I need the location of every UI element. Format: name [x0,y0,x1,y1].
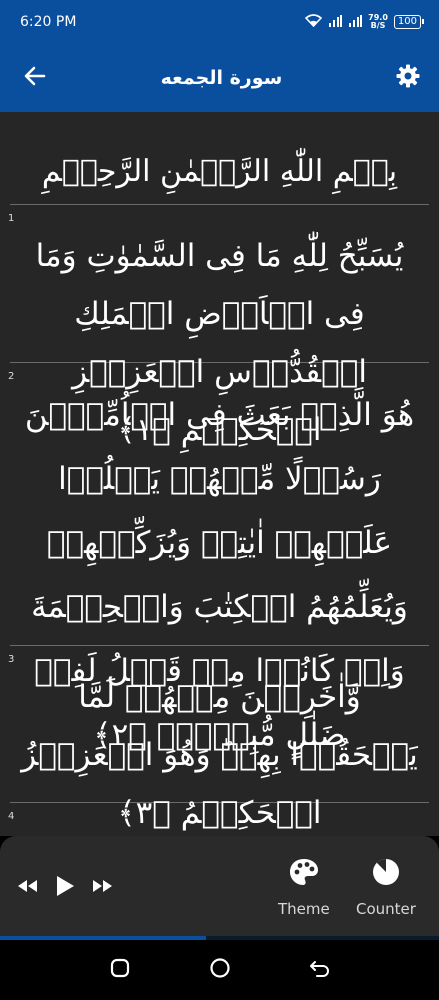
surah-content[interactable]: بِسۡمِ اللّٰهِ الرَّحۡمٰنِ الرَّحِيۡمِ 1… [0,112,439,836]
back-button[interactable] [18,61,52,95]
ayah-number: 4 [8,811,15,822]
ayah-3[interactable]: 3 وَّاٰخَرِيۡنَ مِنۡهُمۡ لَمَّا يَلۡحَقُ… [0,646,439,831]
arrow-left-icon [24,66,46,90]
status-time: 6:20 PM [20,14,77,30]
palette-icon [289,858,319,890]
ayah-4[interactable]: 4 [0,803,439,836]
ayah-1[interactable]: 1 يُسَبِّحُ لِلّٰهِ مَا فِى السَّمٰوٰتِ … [0,205,439,448]
signal-icon-1 [328,14,343,30]
ayah-number: 2 [8,371,15,382]
bismillah: بِسۡمِ اللّٰهِ الرَّحۡمٰنِ الرَّحِيۡمِ [41,154,398,189]
app-bar: سورة الجمعه [0,44,439,112]
speed-unit: B/S [370,21,386,30]
play-icon[interactable] [54,874,76,902]
player-controls [16,874,114,902]
nav-back-icon[interactable] [309,958,331,982]
rewind-icon[interactable] [16,878,40,898]
battery-icon: 100 [393,15,425,29]
recents-icon[interactable] [109,957,131,983]
theme-label: Theme [278,900,330,918]
network-speed: 79.0 B/S [368,14,388,30]
page-title: سورة الجمعه [160,67,283,89]
status-icons: 79.0 B/S 100 [304,14,425,30]
counter-button[interactable]: Counter [356,858,416,918]
fast-forward-icon[interactable] [90,878,114,898]
wifi-icon [304,14,323,30]
theme-button[interactable]: Theme [278,858,330,918]
audio-player-panel: Theme Counter [0,836,439,936]
ayah-2[interactable]: 2 هُوَ الَّذِىۡ بَعَثَ فِى الۡاُمِّيّٖنَ… [0,363,439,753]
pie-timer-icon [372,858,400,890]
ayah-number: 3 [8,654,15,665]
settings-button[interactable] [391,61,425,95]
ayah-number: 1 [8,213,15,224]
system-nav-bar [0,940,439,1000]
counter-label: Counter [356,900,416,918]
signal-icon-2 [348,14,363,30]
status-bar: 6:20 PM 79.0 B/S 100 [0,0,439,44]
home-icon[interactable] [208,956,232,984]
battery-level: 100 [397,16,417,27]
gear-icon [396,64,420,92]
